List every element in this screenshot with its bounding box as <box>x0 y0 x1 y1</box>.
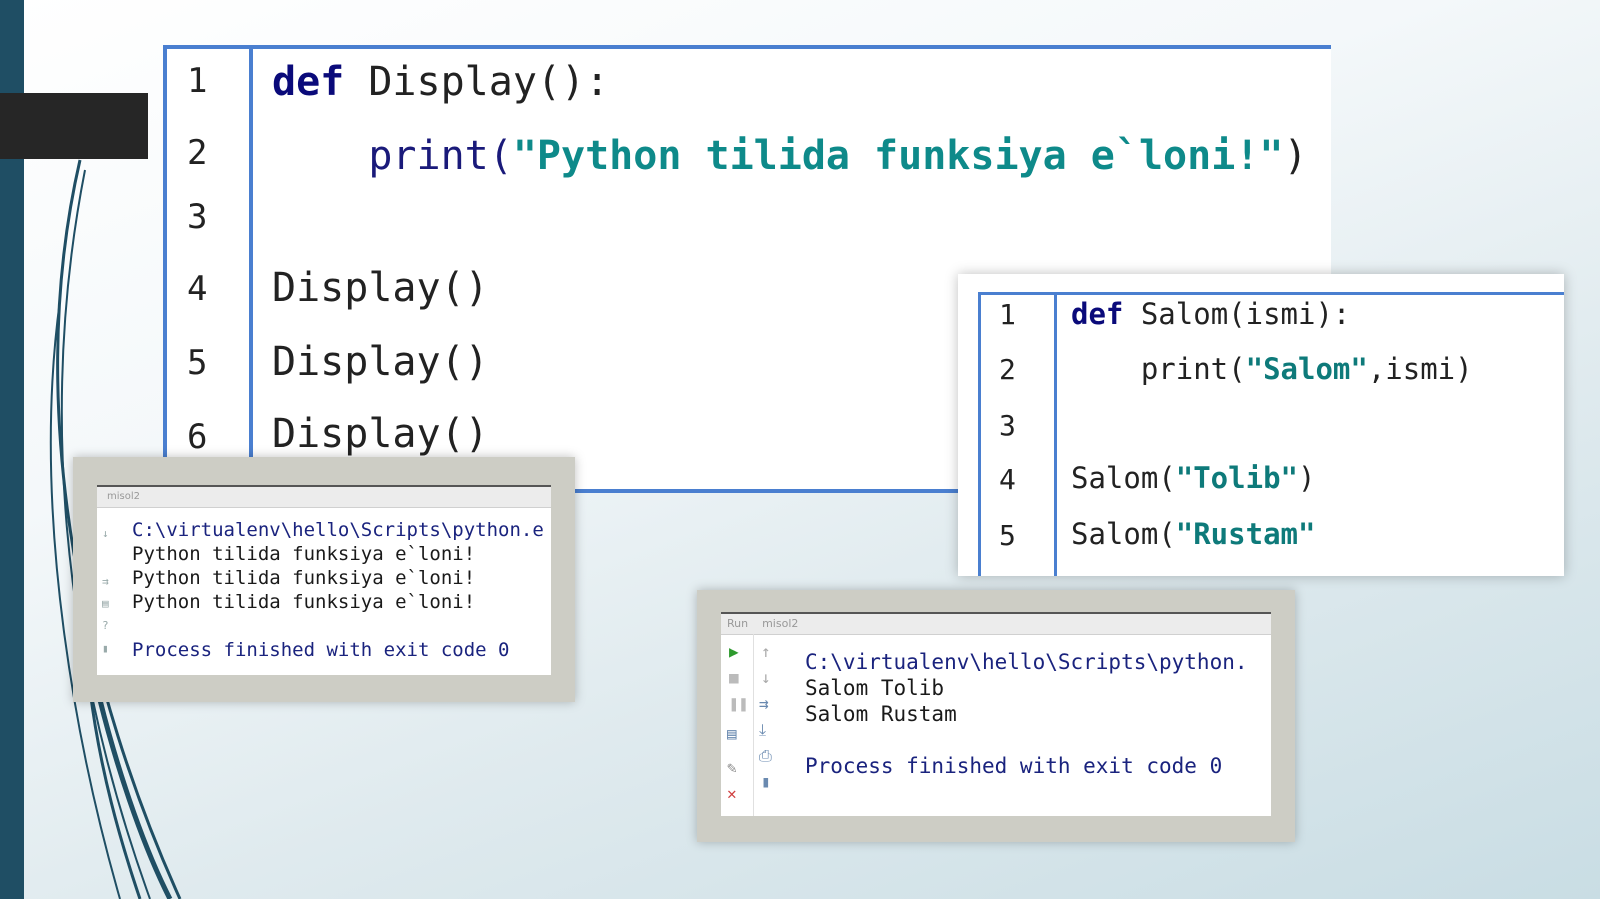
line-number: 1 <box>999 298 1016 331</box>
line-number: 1 <box>187 61 208 101</box>
code-line-1: def Salom(ismi): <box>1071 297 1350 331</box>
code-line-4: Display() <box>272 265 489 311</box>
code-line-5: Display() <box>272 339 489 385</box>
console-command-path: C:\virtualenv\hello\Scripts\python.e <box>132 519 544 541</box>
line-number-gutter: 1 2 3 4 5 <box>981 295 1057 576</box>
scroll-end-icon[interactable]: ⤓ <box>759 722 766 738</box>
console-title: misol2 <box>97 487 551 508</box>
string-literal: "Salom" <box>1245 352 1368 386</box>
line-number: 3 <box>999 409 1016 442</box>
line-number: 6 <box>187 417 208 457</box>
stop-icon[interactable]: ■ <box>729 670 739 686</box>
run-console-1: misol2 ↓ ⇉ ▤ ? ▮ C:\virtualenv\hello\Scr… <box>73 457 575 702</box>
code-line-6: Display() <box>272 411 489 457</box>
layout-icon[interactable]: ▤ <box>727 726 737 742</box>
soft-wrap-icon[interactable]: ⇉ <box>759 696 769 712</box>
up-arrow-icon[interactable]: ↑ <box>761 644 771 660</box>
line-number: 2 <box>187 133 208 173</box>
close-paren: ) <box>1283 133 1308 179</box>
run-config-name[interactable]: misol2 <box>762 617 798 630</box>
string-literal: "Python tilida funksiya e`loni!" <box>512 133 1284 179</box>
run-tab-bar: Run misol2 <box>721 614 1271 635</box>
line-number: 5 <box>187 343 208 383</box>
keyword-def: def <box>272 59 345 105</box>
string-literal: "Tolib" <box>1175 461 1298 495</box>
console-output-panel: misol2 ↓ ⇉ ▤ ? ▮ C:\virtualenv\hello\Scr… <box>97 485 551 675</box>
console-output-line: Python tilida funksiya e`loni! <box>132 567 476 589</box>
code-editor-salom: 1 2 3 4 5 def Salom(ismi): print("Salom"… <box>978 292 1564 576</box>
print-call: print( <box>1140 352 1246 386</box>
console-output-panel: Run misol2 ▶ ■ ❚❚ ▤ ✎ ✕ ↑ ↓ ⇉ ⤓ ⎙ ▮ C:\v… <box>721 612 1271 816</box>
run-label: Run <box>727 617 749 630</box>
line-number: 4 <box>999 463 1016 496</box>
toolbar-separator <box>753 634 754 816</box>
pin-icon[interactable]: ✎ <box>727 760 737 776</box>
console-exit-message: Process finished with exit code 0 <box>132 639 510 661</box>
code-editor-salom-container: 1 2 3 4 5 def Salom(ismi): print("Salom"… <box>958 274 1564 576</box>
console-output-line: Salom Tolib <box>805 676 945 700</box>
pause-icon[interactable]: ❚❚ <box>729 696 748 712</box>
help-icon[interactable]: ? <box>102 619 109 632</box>
call: Salom( <box>1071 461 1176 495</box>
trash-icon[interactable]: ▮ <box>102 642 109 655</box>
print-icon[interactable]: ⎙ <box>759 748 772 764</box>
line-number-gutter: 1 2 3 4 5 6 <box>167 49 253 489</box>
down-arrow-icon[interactable]: ↓ <box>761 670 771 686</box>
run-console-2: Run misol2 ▶ ■ ❚❚ ▤ ✎ ✕ ↑ ↓ ⇉ ⤓ ⎙ ▮ C:\v… <box>697 590 1295 842</box>
console-output-line: Salom Rustam <box>805 702 957 726</box>
line-number: 5 <box>999 519 1016 552</box>
line-number: 2 <box>999 353 1016 386</box>
soft-wrap-icon[interactable]: ⇉ <box>102 575 109 588</box>
close-icon[interactable]: ✕ <box>727 786 737 802</box>
code-line-5: Salom("Rustam" <box>1071 517 1315 551</box>
code-line-4: Salom("Tolib") <box>1071 461 1315 495</box>
print-args: ,ismi) <box>1367 352 1473 386</box>
print-call: print( <box>368 133 513 179</box>
print-icon[interactable]: ▤ <box>102 597 109 610</box>
code-line-1: def Display(): <box>272 59 609 105</box>
code-line-2: print("Salom",ismi) <box>1071 352 1473 386</box>
close-paren: ) <box>1297 461 1316 495</box>
string-literal: "Rustam" <box>1175 517 1316 551</box>
console-command-path: C:\virtualenv\hello\Scripts\python. <box>805 650 1248 674</box>
console-output-line: Python tilida funksiya e`loni! <box>132 543 476 565</box>
console-output-line: Python tilida funksiya e`loni! <box>132 591 476 613</box>
play-icon[interactable]: ▶ <box>729 644 739 660</box>
function-signature: Salom(ismi): <box>1123 297 1351 331</box>
code-line-2: print("Python tilida funksiya e`loni!") <box>272 133 1308 179</box>
line-number: 3 <box>187 197 208 237</box>
function-signature: Display(): <box>344 59 610 105</box>
trash-icon[interactable]: ▮ <box>761 774 771 790</box>
keyword-def: def <box>1071 297 1124 331</box>
console-exit-message: Process finished with exit code 0 <box>805 754 1223 778</box>
line-number: 4 <box>187 269 208 309</box>
call: Salom( <box>1071 517 1176 551</box>
down-arrow-icon[interactable]: ↓ <box>102 527 109 540</box>
